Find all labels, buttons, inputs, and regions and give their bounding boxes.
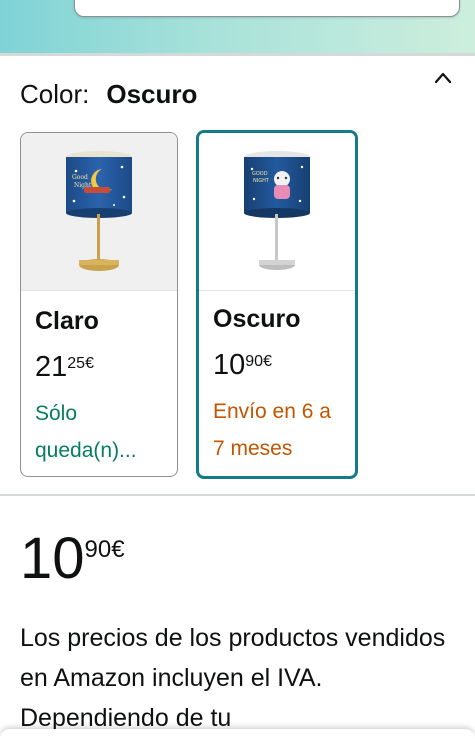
lamp-oscuro-image: GOOD NIGHT [244, 150, 310, 270]
price-fraction: 25 [67, 355, 86, 372]
price-currency: € [263, 353, 272, 370]
swatch-claro[interactable]: Good Night Claro 21 25 € Sólo queda(n)..… [20, 132, 178, 477]
swatch-oscuro[interactable]: GOOD NIGHT Oscuro 10 90 € Envío en 6 a 7… [196, 130, 358, 479]
svg-text:NIGHT: NIGHT [253, 178, 270, 184]
section-divider [0, 53, 475, 56]
bottom-sheet-handle[interactable] [0, 729, 475, 739]
variation-selected-value: Oscuro [106, 78, 198, 109]
section-divider [0, 494, 475, 496]
price-whole: 10 [213, 349, 246, 381]
price-fraction: 90 [245, 353, 264, 370]
swatch-price: 10 90 € [213, 349, 272, 381]
chevron-up-icon[interactable] [433, 68, 453, 88]
swatch-name: Claro [35, 307, 99, 335]
price-currency: € [85, 355, 94, 372]
price-whole: 10 [20, 526, 85, 591]
header-band [0, 0, 475, 53]
swatch-name: Oscuro [213, 305, 301, 333]
variation-header[interactable]: Color: Oscuro [20, 74, 455, 114]
availability-text: Sólo queda(n)... [35, 402, 137, 462]
lamp-claro-image: Good Night [66, 150, 132, 271]
price-fraction: 90 [84, 536, 112, 563]
product-price: 10 90 € [20, 527, 125, 591]
svg-text:Night: Night [74, 182, 92, 189]
product-thumbnail: Good Night [21, 133, 177, 291]
variation-label: Color: [20, 78, 90, 109]
product-thumbnail: GOOD NIGHT [199, 133, 355, 291]
swatch-price: 21 25 € [35, 351, 94, 383]
svg-text:GOOD: GOOD [252, 171, 268, 177]
svg-text:Good: Good [72, 174, 88, 181]
price-currency: € [111, 536, 125, 563]
tax-note: Los precios de los productos vendidos en… [20, 624, 446, 732]
price-whole: 21 [35, 351, 68, 383]
search-input[interactable] [74, 0, 460, 17]
delivery-estimate-text: Envío en 6 a 7 meses [213, 400, 331, 460]
